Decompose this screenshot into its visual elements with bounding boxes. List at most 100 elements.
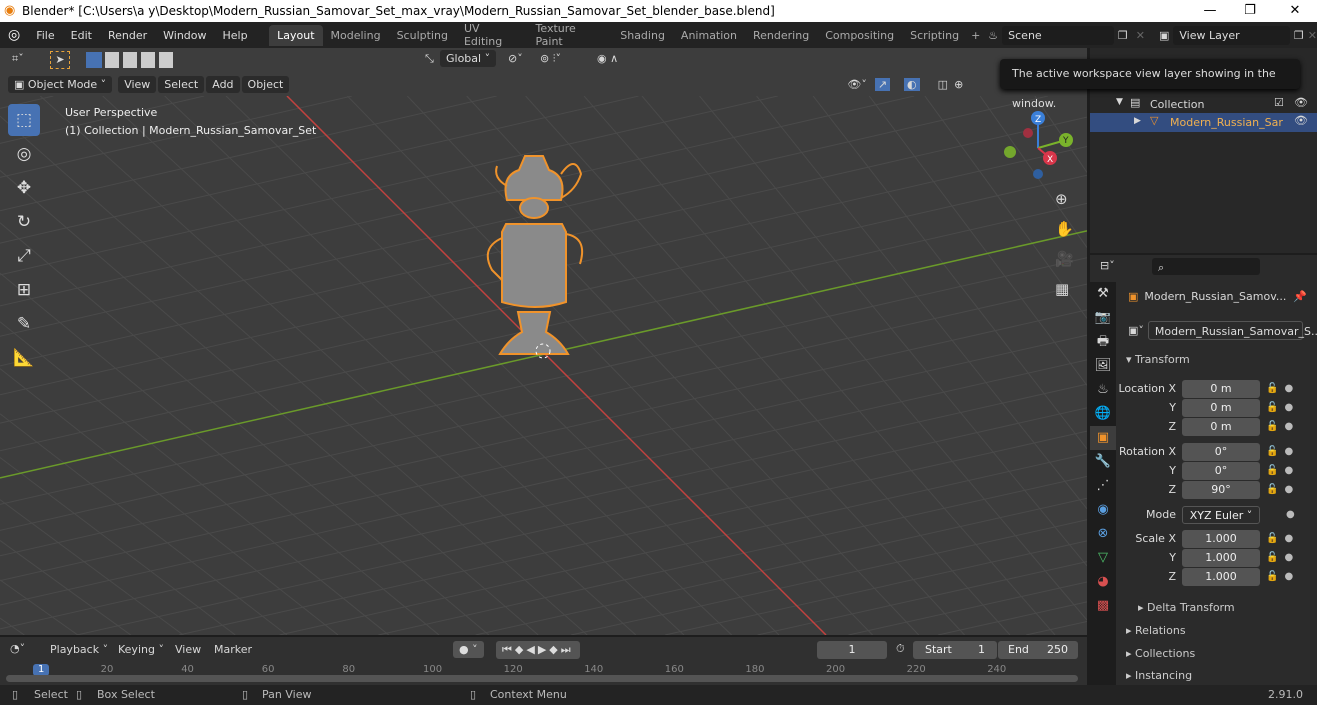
- lock-icon[interactable]: 🔓: [1266, 465, 1278, 476]
- lock-icon[interactable]: 🔓: [1266, 446, 1278, 457]
- stopwatch-icon[interactable]: ⏱: [896, 642, 905, 656]
- modifier-tab-icon[interactable]: 🔧: [1090, 450, 1116, 474]
- keyframe-dot[interactable]: ●: [1284, 552, 1293, 563]
- object-name-field[interactable]: Modern_Russian_Samov...: [1144, 290, 1286, 303]
- tab-rendering[interactable]: Rendering: [745, 25, 817, 46]
- maximize-button[interactable]: ❐: [1230, 0, 1270, 22]
- menu-render[interactable]: Render: [100, 29, 155, 42]
- select-mode-new-icon[interactable]: [86, 52, 102, 68]
- rotation-y-field[interactable]: 0°: [1182, 461, 1260, 480]
- new-view-layer-icon[interactable]: ❐: [1290, 29, 1308, 42]
- ortho-grid-icon[interactable]: ▦: [1055, 280, 1069, 298]
- delete-scene-icon[interactable]: ✕: [1132, 29, 1155, 42]
- keyframe-dot[interactable]: ●: [1284, 465, 1293, 476]
- menu-select[interactable]: Select: [158, 75, 205, 93]
- pin-icon[interactable]: 📌: [1293, 290, 1307, 303]
- timeline-editor-icon[interactable]: ◔˅: [10, 642, 25, 655]
- navigation-gizmo[interactable]: Z Y X: [1000, 108, 1080, 188]
- object-browse-icon[interactable]: ▣˅: [1128, 324, 1144, 337]
- lock-icon[interactable]: 🔓: [1266, 552, 1278, 563]
- data-tab-icon[interactable]: ▽: [1090, 546, 1116, 570]
- keyframe-dot[interactable]: ●: [1284, 533, 1293, 544]
- output-tab-icon[interactable]: 🖶: [1090, 330, 1116, 354]
- transform-tool-icon[interactable]: ⊞: [8, 274, 40, 306]
- tab-sculpting[interactable]: Sculpting: [389, 25, 456, 46]
- menu-edit[interactable]: Edit: [63, 29, 100, 42]
- material-tab-icon[interactable]: ◕: [1090, 570, 1116, 594]
- world-tab-icon[interactable]: 🌐: [1090, 402, 1116, 426]
- view-layer-tab-icon[interactable]: 🖼: [1090, 354, 1116, 378]
- menu-object[interactable]: Object: [241, 75, 290, 93]
- keyframe-dot[interactable]: ●: [1286, 509, 1295, 520]
- lock-icon[interactable]: 🔓: [1266, 421, 1278, 432]
- menu-marker[interactable]: Marker: [214, 643, 252, 656]
- start-frame-field[interactable]: Start 1: [913, 641, 997, 659]
- blender-menu-icon[interactable]: ◎: [0, 27, 28, 43]
- scale-z-field[interactable]: 1.000: [1182, 567, 1260, 586]
- mode-dropdown[interactable]: ▣ Object Mode ˅: [8, 75, 113, 93]
- end-frame-field[interactable]: End 250: [998, 641, 1078, 659]
- proportional-edit-icon[interactable]: ◉ ∧: [597, 52, 618, 65]
- move-tool-icon[interactable]: ✥: [8, 172, 40, 204]
- select-box-tool-icon[interactable]: ⬚: [8, 104, 40, 136]
- relations-panel[interactable]: ▸ Relations: [1118, 620, 1317, 642]
- view-layer-icon[interactable]: ▣: [1155, 29, 1173, 42]
- scene-icon[interactable]: ♨: [984, 29, 1002, 42]
- expand-icon[interactable]: ▼: [1116, 97, 1123, 107]
- close-button[interactable]: ✕: [1275, 0, 1315, 22]
- xray-icon[interactable]: ◫: [938, 78, 948, 91]
- gizmo-icon[interactable]: ↗: [874, 77, 891, 91]
- lock-icon[interactable]: 🔓: [1266, 571, 1278, 582]
- menu-view[interactable]: View: [175, 643, 201, 656]
- pan-hand-icon[interactable]: ✋: [1055, 220, 1074, 238]
- keyframe-dot[interactable]: ●: [1284, 402, 1293, 413]
- cursor-tool-icon[interactable]: ◎: [8, 138, 40, 170]
- visibility-eye-icon[interactable]: 👁: [1294, 114, 1308, 127]
- menu-help[interactable]: Help: [215, 29, 256, 42]
- add-workspace-button[interactable]: +: [967, 29, 984, 42]
- lock-icon[interactable]: 🔓: [1266, 402, 1278, 413]
- auto-keying-button[interactable]: ● ˅: [453, 641, 484, 658]
- object-tab-icon[interactable]: ▣: [1090, 426, 1116, 450]
- location-z-field[interactable]: 0 m: [1182, 417, 1260, 436]
- tab-layout[interactable]: Layout: [269, 24, 323, 46]
- snap-icon[interactable]: ⊚ ⫶˅: [540, 52, 561, 66]
- particles-tab-icon[interactable]: ⋰: [1090, 474, 1116, 498]
- pivot-point-icon[interactable]: ⊘˅: [508, 52, 523, 65]
- shading-wireframe-icon[interactable]: ⊕: [954, 78, 963, 91]
- minimize-button[interactable]: —: [1190, 0, 1230, 22]
- rotation-x-field[interactable]: 0°: [1182, 442, 1260, 461]
- playback-controls[interactable]: ⏮◆◀▶◆⏭: [496, 641, 580, 659]
- tab-animation[interactable]: Animation: [673, 25, 745, 46]
- editor-type-icon[interactable]: ⊟˅: [1100, 259, 1115, 272]
- lock-icon[interactable]: 🔓: [1266, 533, 1278, 544]
- tab-modeling[interactable]: Modeling: [323, 25, 389, 46]
- menu-view[interactable]: View: [118, 75, 157, 93]
- current-frame-field[interactable]: 1: [817, 641, 887, 659]
- delete-view-layer-icon[interactable]: ✕: [1308, 29, 1317, 42]
- scale-tool-icon[interactable]: ⤢: [8, 240, 40, 272]
- overlay-icon[interactable]: ◐: [904, 77, 920, 91]
- constraints-tab-icon[interactable]: ⊗: [1090, 522, 1116, 546]
- keyframe-dot[interactable]: ●: [1284, 421, 1293, 432]
- texture-tab-icon[interactable]: ▩: [1090, 594, 1116, 618]
- zoom-icon[interactable]: ⊕: [1055, 190, 1068, 208]
- render-tab-icon[interactable]: 📷: [1090, 306, 1116, 330]
- keyframe-dot[interactable]: ●: [1284, 484, 1293, 495]
- outliner-object-row[interactable]: ▶ ▽ Modern_Russian_Sar 👁: [1090, 113, 1317, 132]
- collections-panel[interactable]: ▸ Collections: [1118, 643, 1317, 665]
- menu-add[interactable]: Add: [206, 75, 240, 93]
- visibility-icon[interactable]: 👁˅: [847, 78, 866, 91]
- camera-icon[interactable]: 🎥: [1055, 250, 1074, 268]
- tab-scripting[interactable]: Scripting: [902, 25, 967, 46]
- rotation-mode-dropdown[interactable]: XYZ Euler ˅: [1182, 505, 1260, 524]
- orientation-dropdown[interactable]: Global ˅: [440, 50, 497, 67]
- delta-transform-panel[interactable]: ▸ Delta Transform: [1118, 597, 1317, 619]
- location-y-field[interactable]: 0 m: [1182, 398, 1260, 417]
- outliner-collection-row[interactable]: ▼ ▤ Collection ☑ 👁: [1090, 94, 1317, 114]
- visibility-eye-icon[interactable]: 👁: [1294, 96, 1308, 109]
- timeline-scrollbar[interactable]: [6, 675, 1078, 682]
- physics-tab-icon[interactable]: ◉: [1090, 498, 1116, 522]
- properties-search[interactable]: ⌕: [1152, 258, 1260, 275]
- tab-compositing[interactable]: Compositing: [817, 25, 902, 46]
